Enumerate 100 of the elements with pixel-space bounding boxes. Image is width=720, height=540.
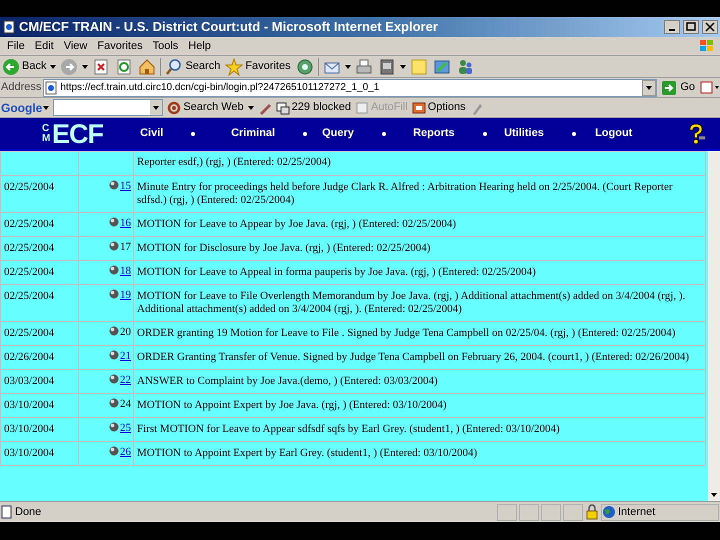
page-icon	[2, 20, 16, 34]
document-ball-icon	[109, 422, 119, 432]
scrollbar[interactable]	[708, 151, 720, 501]
toolbar-icon-button[interactable]	[294, 56, 315, 76]
docket-text: MOTION for Leave to Appeal in forma pauperis by Joe Java. (rgj, ) (Entered: 02/25/2004)	[137, 266, 536, 278]
gear-icon	[167, 100, 182, 114]
document-number-link[interactable]: 18	[120, 265, 131, 278]
date-cell: 02/25/2004	[4, 242, 54, 254]
date-cell: 02/26/2004	[4, 351, 54, 363]
media-icon	[296, 58, 314, 76]
nav-menu-link[interactable]: Utilities	[504, 125, 544, 142]
date-cell: 02/25/2004	[4, 266, 54, 278]
docket-text: MOTION to Appoint Expert by Joe Java. (rgj, ) (Entered: 03/10/2004)	[137, 399, 447, 411]
menu-item[interactable]: Help	[183, 38, 216, 54]
status-text: Done	[15, 504, 42, 520]
nav-menu-link[interactable]: Logout	[595, 125, 632, 142]
document-number-link[interactable]: 16	[120, 217, 131, 230]
dropdown-caret-icon	[153, 106, 160, 110]
globe-icon	[602, 505, 616, 519]
document-ball-icon	[109, 398, 119, 408]
document-ball-icon	[109, 180, 119, 190]
google-logo-button[interactable]: Google	[1, 98, 50, 116]
search-field[interactable]	[53, 99, 164, 116]
docket-text: MOTION for Disclosure by Joe Java. (rgj, ) (Entered: 02/25/2004)	[137, 242, 430, 254]
close-button[interactable]	[702, 20, 718, 34]
document-ball-icon	[109, 217, 119, 227]
document-number-link[interactable]: 25	[120, 422, 131, 435]
popup-blocker-button[interactable]: 229 blocked	[276, 99, 351, 116]
menu-item[interactable]: View	[58, 38, 92, 54]
page-icon	[1, 505, 13, 519]
logo-text: ECF	[52, 120, 103, 148]
refresh-icon	[115, 58, 134, 76]
links-icon	[699, 80, 719, 96]
status-pane	[519, 504, 539, 520]
document-ball-icon	[109, 326, 119, 336]
document-number-link[interactable]: 15	[120, 180, 131, 193]
maximize-icon	[686, 22, 696, 32]
search-web-button[interactable]: Search Web	[167, 99, 244, 116]
minimize-button[interactable]	[664, 20, 680, 34]
go-button[interactable]: Go	[659, 79, 697, 96]
document-ball-icon	[109, 446, 119, 456]
nav-menu-link[interactable]: Criminal	[231, 125, 276, 142]
date-cell: 02/25/2004	[4, 181, 54, 193]
options-button[interactable]: Options	[412, 99, 466, 116]
toolbar-icon-button[interactable]	[354, 56, 374, 76]
maximize-button[interactable]	[683, 20, 699, 34]
document-ball-icon	[109, 350, 119, 360]
menu-item[interactable]: Favorites	[92, 38, 148, 54]
menu-item[interactable]: File	[2, 38, 30, 54]
nav-menu-link[interactable]: Civil	[140, 125, 164, 142]
dropdown-caret-icon	[646, 86, 652, 90]
toolbar-button[interactable]: Back	[1, 56, 48, 76]
star-icon	[225, 58, 244, 76]
docket-text: MOTION to Appoint Expert by Earl Grey. (student1, ) (Entered: 03/10/2004)	[137, 447, 478, 459]
windows-flag-icon	[698, 38, 716, 54]
document-number-link[interactable]: 22	[120, 374, 131, 387]
toolbar-icon-button[interactable]	[137, 56, 158, 76]
status-pane	[541, 504, 561, 520]
docket-text: MOTION for Leave to File Overlength Memorandum by Joe Java. (rgj, ) Additional attachment(s) added on 3/4/2004 (rgj, ). Additional attachment(s) added on 3/4/2004 (rgj, ). (Entered: 02/25/2004)	[137, 290, 686, 315]
date-cell: 03/10/2004	[4, 399, 54, 411]
toolbar-button[interactable]: Favorites	[224, 56, 292, 76]
document-ball-icon	[109, 289, 119, 299]
document-number-link[interactable]: 19	[120, 289, 131, 302]
document-number-link[interactable]: 26	[120, 446, 131, 459]
document-number: 20	[120, 326, 131, 339]
date-cell: 02/25/2004	[4, 218, 54, 230]
document-number-link[interactable]: 21	[120, 350, 131, 363]
stop-icon	[92, 58, 110, 76]
page-icon	[44, 80, 58, 94]
blocked-window-icon	[276, 100, 290, 114]
date-cell: 02/25/2004	[4, 327, 54, 339]
docket-text: ORDER Granting Transfer of Venue. Signed by Judge Tena Campbell on February 26, 2004. (court1, ) (Entered: 02/26/2004)	[137, 351, 690, 363]
status-pane	[497, 504, 517, 520]
nav-menu-link[interactable]: Query	[322, 125, 354, 142]
address-label: Address	[1, 80, 42, 96]
address-field[interactable]: https://ecf.train.utd.circ10.dcn/cgi-bin/login.pl?247265101127272_1_0_1	[43, 78, 658, 96]
menu-item[interactable]: Tools	[148, 38, 184, 54]
document-number: 17	[120, 241, 131, 254]
status-pane	[563, 504, 583, 520]
docket-text: ANSWER to Complaint by Joe Java.(demo, ) (Entered: 03/03/2004)	[137, 375, 438, 387]
security-zone-text: Internet	[618, 504, 656, 520]
docket-text: ORDER granting 19 Motion for Leave to File . Signed by Judge Tena Campbell on 02/25/04. (rgj, ) (Entered: 02/25/2004)	[137, 327, 676, 339]
lock-icon	[585, 504, 599, 520]
document-ball-icon	[109, 265, 119, 275]
document-number: 24	[120, 398, 131, 411]
docket-text: Minute Entry for proceedings held before Judge Clark R. Alfred : Arbitration Hearing held on 2/25/2004. (Court Reporter sdfsd.) (rgj, ) (Entered: 02/25/2004)	[137, 181, 673, 206]
search-icon	[165, 58, 184, 76]
docket-text: First MOTION for Leave to Appear sdfsdf sqfs by Earl Grey. (student1, ) (Entered: 03/10/2004)	[137, 423, 560, 435]
home-icon	[138, 58, 156, 76]
toolbar-button[interactable]: Search	[164, 56, 222, 76]
date-cell: 03/03/2004	[4, 375, 54, 387]
menu-item[interactable]: Edit	[30, 38, 59, 54]
options-icon	[412, 100, 426, 114]
document-icon	[378, 58, 396, 76]
nav-menu-link[interactable]: Reports	[413, 125, 455, 142]
window-title: CM/ECF TRAIN - U.S. District Court:utd - Microsoft Internet Explorer	[19, 18, 439, 36]
printer-icon	[354, 58, 373, 76]
dropdown-caret-icon	[248, 106, 254, 110]
docket-text: MOTION for Leave to Appear by Joe Java. (rgj, ) (Entered: 02/25/2004)	[137, 218, 456, 230]
dropdown-caret-icon	[43, 106, 50, 110]
